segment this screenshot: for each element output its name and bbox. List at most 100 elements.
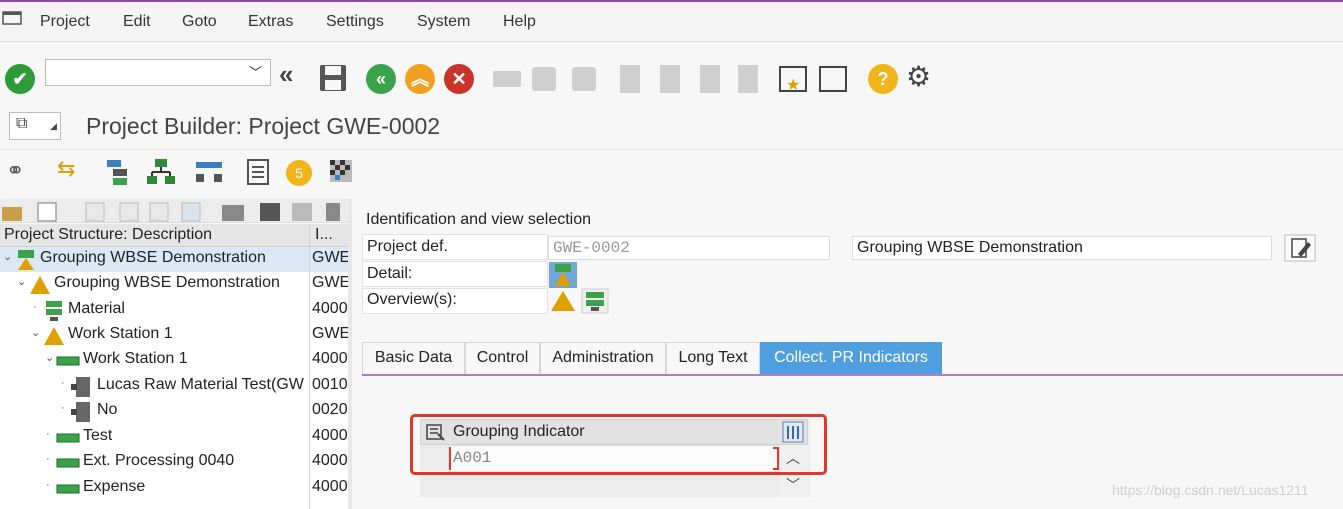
chevron-down-icon[interactable]: ⌄ [45, 351, 54, 364]
tree-toolbar [0, 199, 348, 223]
tree-row[interactable]: · No 0020 [0, 399, 348, 424]
tree-column-header: Project Structure: Description I... [0, 224, 348, 247]
worklist-icon[interactable] [246, 158, 272, 186]
menu-project[interactable]: Project [40, 13, 90, 31]
project-definition-icon [18, 250, 34, 270]
tree-row-id: 4000 [312, 427, 348, 444]
tree-row[interactable]: ⌄ Work Station 1 GWE [0, 323, 348, 348]
menu-settings[interactable]: Settings [326, 13, 384, 31]
tree-row-label: Work Station 1 [68, 325, 173, 342]
tree-row-label: Grouping WBSE Demonstration [40, 249, 266, 266]
screen-layout-icon: ⧉ [16, 115, 28, 132]
tree-row-label: Test [83, 427, 113, 444]
save-icon[interactable] [318, 63, 348, 93]
tree-row[interactable]: ⌄ Work Station 1 4000 [0, 348, 348, 373]
tree-row-id: GWE [312, 274, 348, 291]
tab-control[interactable]: Control [465, 342, 540, 374]
tree-row-label: Lucas Raw Material Test(GW [97, 376, 304, 393]
tree-row-id: 4000 [312, 300, 348, 317]
network-icon [56, 484, 80, 494]
tab-basic-data[interactable]: Basic Data [362, 342, 465, 374]
tree-row-label: Grouping WBSE Demonstration [54, 274, 280, 291]
templates-icon[interactable]: 5 [286, 160, 312, 186]
chevron-down-icon[interactable]: ⌄ [31, 326, 40, 339]
detail-label: Detail: [367, 265, 413, 282]
tab-collect-pr-indicators[interactable]: Collect. PR Indicators [760, 342, 942, 374]
page-title: Project Builder: Project GWE-0002 [86, 113, 441, 139]
menu-help[interactable]: Help [503, 13, 536, 31]
project-structure-tree: ⌄ Grouping WBSE Demonstration GWE ⌄ Grou… [0, 247, 348, 509]
hierarchy-icon[interactable] [146, 158, 176, 186]
activity-icon [71, 377, 90, 397]
column-header-id[interactable]: I... [315, 226, 333, 244]
column-header-description[interactable]: Project Structure: Description [4, 226, 212, 244]
tree-row-label: Work Station 1 [83, 350, 188, 367]
tree-dot: · [61, 377, 65, 389]
back-icon[interactable]: « [366, 64, 396, 94]
tree-row-id: GWE [312, 325, 348, 342]
tab-long-text[interactable]: Long Text [666, 342, 760, 374]
overview-network-icon[interactable] [581, 288, 609, 314]
tree-row-id: 4000 [312, 452, 348, 469]
collapse-toolbar-icon[interactable]: « [279, 59, 293, 90]
highlight-box [410, 414, 827, 475]
tree-dot: · [61, 402, 65, 414]
network-icon [56, 458, 80, 468]
menu-goto[interactable]: Goto [182, 13, 217, 31]
tree-row[interactable]: · Test 4000 [0, 425, 348, 450]
sap-menu-icon[interactable] [2, 10, 24, 26]
tree-row-id: 4000 [312, 350, 348, 367]
project-def-label: Project def. [367, 238, 448, 255]
menu-system[interactable]: System [417, 13, 470, 31]
switch-mode-icon[interactable]: ⇆ [57, 156, 75, 182]
disabled-toolbar-icons: ★ [493, 65, 847, 94]
tree-row[interactable]: ⌄ Grouping WBSE Demonstration GWE [0, 247, 348, 272]
watermark: https://blog.csdn.net/Lucas1211 [1112, 482, 1309, 498]
activity-icon [71, 402, 90, 422]
overviews-label: Overview(s): [367, 291, 457, 308]
chevron-down-icon[interactable]: ⌄ [3, 250, 12, 263]
svg-text:★: ★ [786, 77, 800, 94]
tree-row[interactable]: · Material 4000 [0, 298, 348, 323]
help-icon[interactable]: ? [868, 64, 898, 94]
chevron-down-icon[interactable]: ⌄ [17, 275, 26, 288]
tab-administration[interactable]: Administration [540, 342, 666, 374]
tree-dot: · [46, 453, 50, 465]
network-structure-icon[interactable] [194, 158, 224, 186]
column-divider[interactable] [309, 224, 310, 509]
material-component-icon [46, 301, 62, 321]
detail-project-definition-icon[interactable] [549, 262, 577, 288]
tree-dot: · [46, 479, 50, 491]
tree-row[interactable]: · Lucas Raw Material Test(GW 0010 [0, 374, 348, 399]
chevron-down-icon[interactable]: ﹀ [249, 62, 262, 81]
tree-row-label: Ext. Processing 0040 [83, 452, 235, 469]
project-def-description-field[interactable]: Grouping WBSE Demonstration [852, 236, 1272, 260]
tree-row-id: 0020 [312, 401, 348, 418]
tab-underline [362, 374, 1343, 376]
checkered-grid-icon[interactable] [328, 158, 356, 186]
scroll-down-icon[interactable]: ﹀ [786, 475, 800, 495]
overview-wbs-icon[interactable] [549, 289, 577, 313]
edit-long-text-icon[interactable] [1284, 234, 1316, 262]
project-def-field[interactable]: GWE-0002 [548, 236, 830, 260]
section-header: Identification and view selection [366, 211, 592, 228]
enter-icon[interactable]: ✔ [5, 64, 35, 94]
exit-icon[interactable]: ︽ [405, 64, 435, 94]
tree-row[interactable]: · Ext. Processing 0040 4000 [0, 450, 348, 475]
menu-edit[interactable]: Edit [123, 13, 151, 31]
wbs-element-icon [30, 276, 50, 294]
gear-icon[interactable]: ⚙ [906, 60, 931, 93]
tree-row-id: 0010 [312, 376, 348, 393]
glasses-icon[interactable]: ⚭ [6, 158, 24, 184]
menu-extras[interactable]: Extras [248, 13, 293, 31]
tree-row[interactable]: ⌄ Grouping WBSE Demonstration GWE [0, 272, 348, 297]
tree-row[interactable]: · Expense 4000 [0, 476, 348, 501]
navigation-button[interactable]: ⧉ ◢ [9, 112, 61, 140]
wbs-structure-icon[interactable] [105, 158, 135, 186]
dropdown-triangle-icon: ◢ [50, 121, 57, 131]
tree-dot: · [46, 428, 50, 440]
tree-row-label: Material [68, 300, 125, 317]
command-field[interactable] [45, 59, 271, 86]
cancel-icon[interactable]: ✕ [444, 64, 474, 94]
network-icon [56, 356, 80, 366]
